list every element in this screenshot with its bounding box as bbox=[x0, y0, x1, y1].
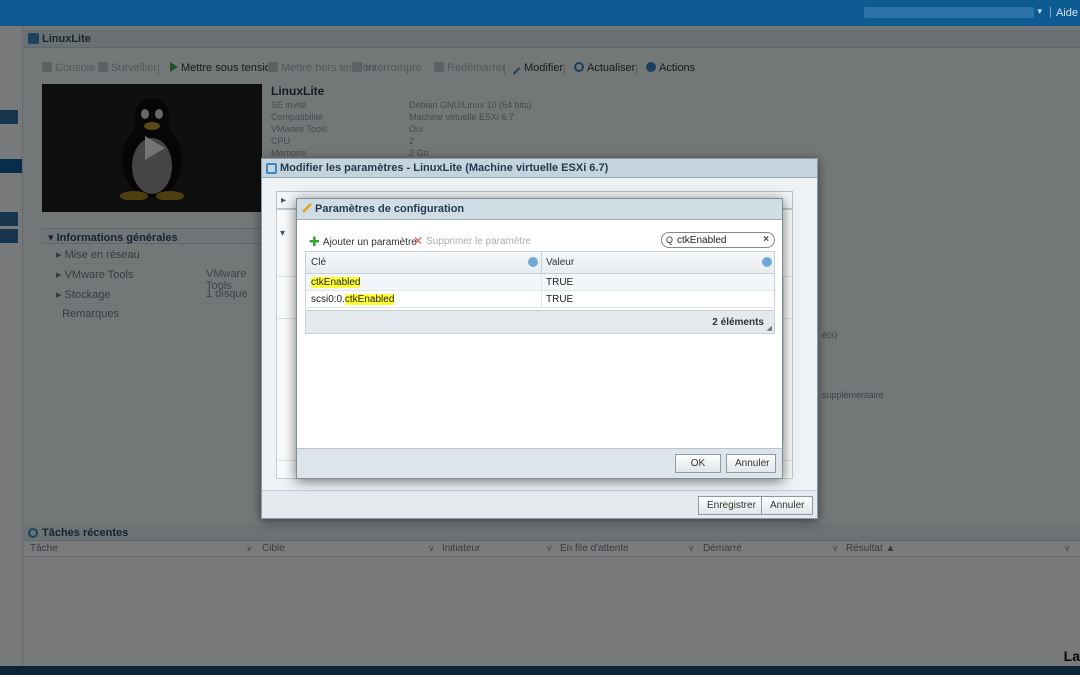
plus-icon: ✚ bbox=[309, 234, 320, 249]
cancel-button[interactable]: Annuler bbox=[726, 454, 776, 473]
expand-icon[interactable]: ▾ bbox=[280, 228, 285, 239]
table-header: Clé Valeur bbox=[306, 252, 774, 274]
table-footer: 2 éléments ◢ bbox=[306, 310, 774, 333]
save-button[interactable]: Enregistrer bbox=[698, 496, 765, 515]
chevron-down-icon[interactable] bbox=[528, 257, 538, 267]
cancel-button[interactable]: Annuler bbox=[761, 496, 814, 515]
config-params-dialog: Paramètres de configuration ✚ Ajouter un … bbox=[296, 198, 783, 479]
tab-marker[interactable]: ▸ bbox=[281, 195, 286, 206]
chevron-down-icon[interactable]: ▾ bbox=[1037, 6, 1042, 17]
item-count: 2 éléments bbox=[712, 317, 764, 328]
dialog-title-bar[interactable]: Paramètres de configuration bbox=[297, 199, 782, 220]
add-param-button[interactable]: ✚ Ajouter un paramètre bbox=[309, 234, 417, 250]
table-row[interactable]: scsi0:0.ctkEnabled TRUE bbox=[306, 291, 774, 308]
close-icon: ✕ bbox=[413, 234, 424, 248]
ok-button[interactable]: OK bbox=[675, 454, 721, 473]
table-row[interactable]: ctkEnabled TRUE bbox=[306, 274, 774, 291]
search-icon: Q bbox=[666, 235, 674, 245]
dialog-footer: Enregistrer Annuler bbox=[262, 490, 817, 518]
dialog-title-bar[interactable]: Modifier les paramètres - LinuxLite (Mac… bbox=[262, 159, 817, 178]
top-bar: ▾ | Aide bbox=[0, 0, 1080, 26]
help-link[interactable]: Aide bbox=[1056, 7, 1078, 19]
user-menu[interactable] bbox=[864, 7, 1034, 18]
dialog-footer: OK Annuler bbox=[297, 448, 782, 478]
remove-param-button[interactable]: ✕ Supprimer le paramètre bbox=[413, 234, 531, 248]
chevron-down-icon[interactable] bbox=[762, 257, 772, 267]
clear-icon[interactable]: × bbox=[763, 234, 769, 245]
pencil-icon bbox=[302, 203, 312, 213]
vm-icon bbox=[266, 163, 277, 174]
divider: | bbox=[1049, 6, 1052, 18]
search-input[interactable]: Q ctkEnabled × bbox=[661, 232, 775, 248]
resize-handle-icon[interactable]: ◢ bbox=[767, 324, 772, 332]
column-header-value[interactable]: Valeur bbox=[546, 257, 574, 268]
config-table: Clé Valeur ctkEnabled TRUE scsi0:0.ctkEn… bbox=[305, 251, 775, 334]
column-header-key[interactable]: Clé bbox=[311, 257, 326, 268]
